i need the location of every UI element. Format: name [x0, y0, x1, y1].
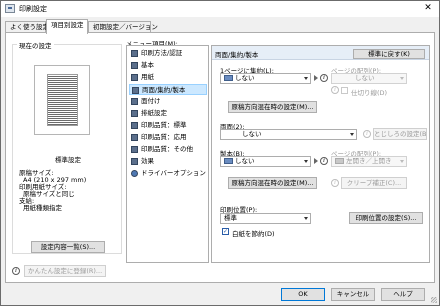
menu-item-label: 印刷品質：標準 — [141, 121, 187, 129]
menu-item-print-method[interactable]: 印刷方法/認証 — [129, 48, 207, 59]
menu-item-driver-options[interactable]: ドライバーオプション — [129, 168, 207, 179]
preset-name: 標準設定 — [55, 156, 81, 164]
print-settings-window: 印刷設定 ✕ よく使う設定 項目別設定 初期設定／バージョン 現在の設定 標準設… — [0, 0, 440, 306]
menu-item-quality-advanced[interactable]: 印刷品質：応用 — [129, 132, 207, 143]
page-order-select[interactable]: しない — [331, 73, 407, 84]
info-icon: i — [320, 74, 328, 82]
menu-item-label: ドライバーオプション — [141, 169, 206, 177]
booklet-value: しない — [235, 157, 255, 165]
ok-button[interactable]: OK — [281, 288, 325, 301]
printer-app-icon — [5, 4, 15, 13]
chevron-down-icon — [350, 133, 354, 136]
info-icon: i — [320, 157, 328, 165]
booklet-order-select[interactable]: 左開き／上開き — [331, 156, 407, 167]
basic-icon — [131, 62, 138, 69]
settings-summary: 標準設定 原稿サイズ: A4 (210 x 297 mm) 印刷用紙サイズ: 原… — [19, 157, 117, 212]
page-order-value: しない — [355, 74, 375, 82]
menu-list: 印刷方法/認証 基本 用紙 両面/集約/製本 面付け 排紙設定 印刷品質：標準 … — [126, 45, 209, 263]
mixed-orientation-button-2[interactable]: 原稿方向混在時の設定(M)... — [228, 177, 317, 189]
menu-item-label: 効果 — [141, 157, 154, 165]
cancel-button[interactable]: キャンセル — [331, 288, 375, 301]
quality-advanced-icon — [131, 134, 138, 141]
border-line-label: 仕切り線(D) — [351, 89, 388, 97]
booklet-select[interactable]: しない — [220, 156, 311, 167]
menu-item-label: 両面/集約/製本 — [142, 86, 186, 94]
menu-item-imposition[interactable]: 面付け — [129, 96, 207, 107]
page-preview — [34, 65, 90, 135]
effects-icon — [131, 158, 138, 165]
menu-item-effects[interactable]: 効果 — [129, 156, 207, 167]
summary-line: 用紙種類指定 — [23, 204, 62, 212]
booklet-thumbnail-icon — [224, 158, 233, 164]
chevron-down-icon — [400, 77, 404, 80]
title-bar: 印刷設定 ✕ — [1, 1, 439, 17]
current-settings-group: 現在の設定 標準設定 原稿サイズ: A4 (210 x 297 mm) 印刷用紙… — [12, 40, 122, 254]
creep-correction-button[interactable]: クリープ補正(C)... — [341, 177, 407, 189]
chevron-down-icon — [304, 77, 308, 80]
paper-icon — [131, 74, 138, 81]
driver-options-icon — [131, 170, 138, 177]
help-button[interactable]: ヘルプ — [381, 288, 425, 301]
info-icon: i — [363, 130, 371, 138]
combine-value: しない — [235, 74, 255, 82]
menu-item-label: 印刷品質：応用 — [141, 133, 187, 141]
content-title: 両面/集約/製本 — [215, 51, 259, 59]
arrow-right-icon — [314, 75, 318, 81]
current-settings-title: 現在の設定 — [17, 40, 54, 50]
booklet-order-value: 左開き／上開き — [346, 157, 392, 165]
arrow-right-icon — [314, 158, 318, 164]
menu-item-label: 印刷方法/認証 — [141, 49, 183, 57]
chevron-down-icon — [304, 217, 308, 220]
imposition-icon — [131, 98, 138, 105]
menu-item-paper[interactable]: 用紙 — [129, 72, 207, 83]
quality-other-icon — [131, 146, 138, 153]
combine-thumbnail-icon — [224, 75, 233, 81]
menu-item-quality-other[interactable]: 印刷品質：その他 — [129, 144, 207, 155]
chevron-down-icon — [400, 160, 404, 163]
duplex-select[interactable]: しない — [220, 129, 357, 140]
info-icon: i — [331, 86, 339, 94]
resize-grip[interactable] — [431, 297, 437, 303]
mixed-orientation-button-1[interactable]: 原稿方向混在時の設定(M)... — [228, 101, 317, 113]
menu-item-label: 印刷品質：その他 — [141, 145, 193, 153]
binding-margin-button[interactable]: とじしろの設定(B)... — [373, 128, 427, 140]
print-position-value: 標準 — [224, 214, 237, 222]
window-title: 印刷設定 — [19, 5, 47, 13]
menu-item-label: 排紙設定 — [141, 109, 167, 117]
settings-list-button[interactable]: 設定内容一覧(S)... — [31, 241, 105, 253]
quality-standard-icon — [131, 122, 138, 129]
chevron-down-icon — [304, 160, 308, 163]
menu-item-label: 用紙 — [141, 73, 154, 81]
print-position-select[interactable]: 標準 — [220, 213, 311, 224]
menu-item-basic[interactable]: 基本 — [129, 60, 207, 71]
duplex-icon — [132, 87, 139, 94]
menu-item-output[interactable]: 排紙設定 — [129, 108, 207, 119]
menu-item-duplex[interactable]: 両面/集約/製本 — [129, 84, 207, 95]
menu-item-quality-standard[interactable]: 印刷品質：標準 — [129, 120, 207, 131]
blank-page-skip-label: 白紙を節約(D) — [232, 230, 275, 238]
duplex-value: しない — [242, 130, 262, 138]
paper-preview-image — [47, 74, 78, 126]
print-method-icon — [131, 50, 138, 57]
blank-page-skip-checkbox[interactable]: ✓ — [222, 228, 229, 235]
menu-item-label: 基本 — [141, 61, 154, 69]
reset-defaults-button[interactable]: 標準に戻す(K) — [353, 49, 425, 59]
menu-item-label: 面付け — [141, 97, 161, 105]
booklet-order-thumbnail-icon — [335, 158, 344, 164]
settings-content-pane: 両面/集約/製本 標準に戻す(K) 1ページに集約(L): しない i ページの… — [211, 45, 430, 263]
print-position-settings-button[interactable]: 印刷位置の設定(S)... — [349, 212, 423, 224]
register-quick-setting-button[interactable]: かんたん設定に登録(R)... — [24, 265, 106, 277]
info-icon: i — [12, 267, 20, 275]
tab-panel: 現在の設定 標準設定 原稿サイズ: A4 (210 x 297 mm) 印刷用紙… — [5, 32, 435, 283]
output-icon — [131, 110, 138, 117]
info-icon: i — [331, 179, 339, 187]
tab-detailed-settings[interactable]: 項目別設定 — [46, 19, 88, 34]
close-icon[interactable]: ✕ — [421, 2, 435, 15]
border-line-checkbox[interactable] — [341, 87, 348, 94]
combine-select[interactable]: しない — [220, 73, 311, 84]
